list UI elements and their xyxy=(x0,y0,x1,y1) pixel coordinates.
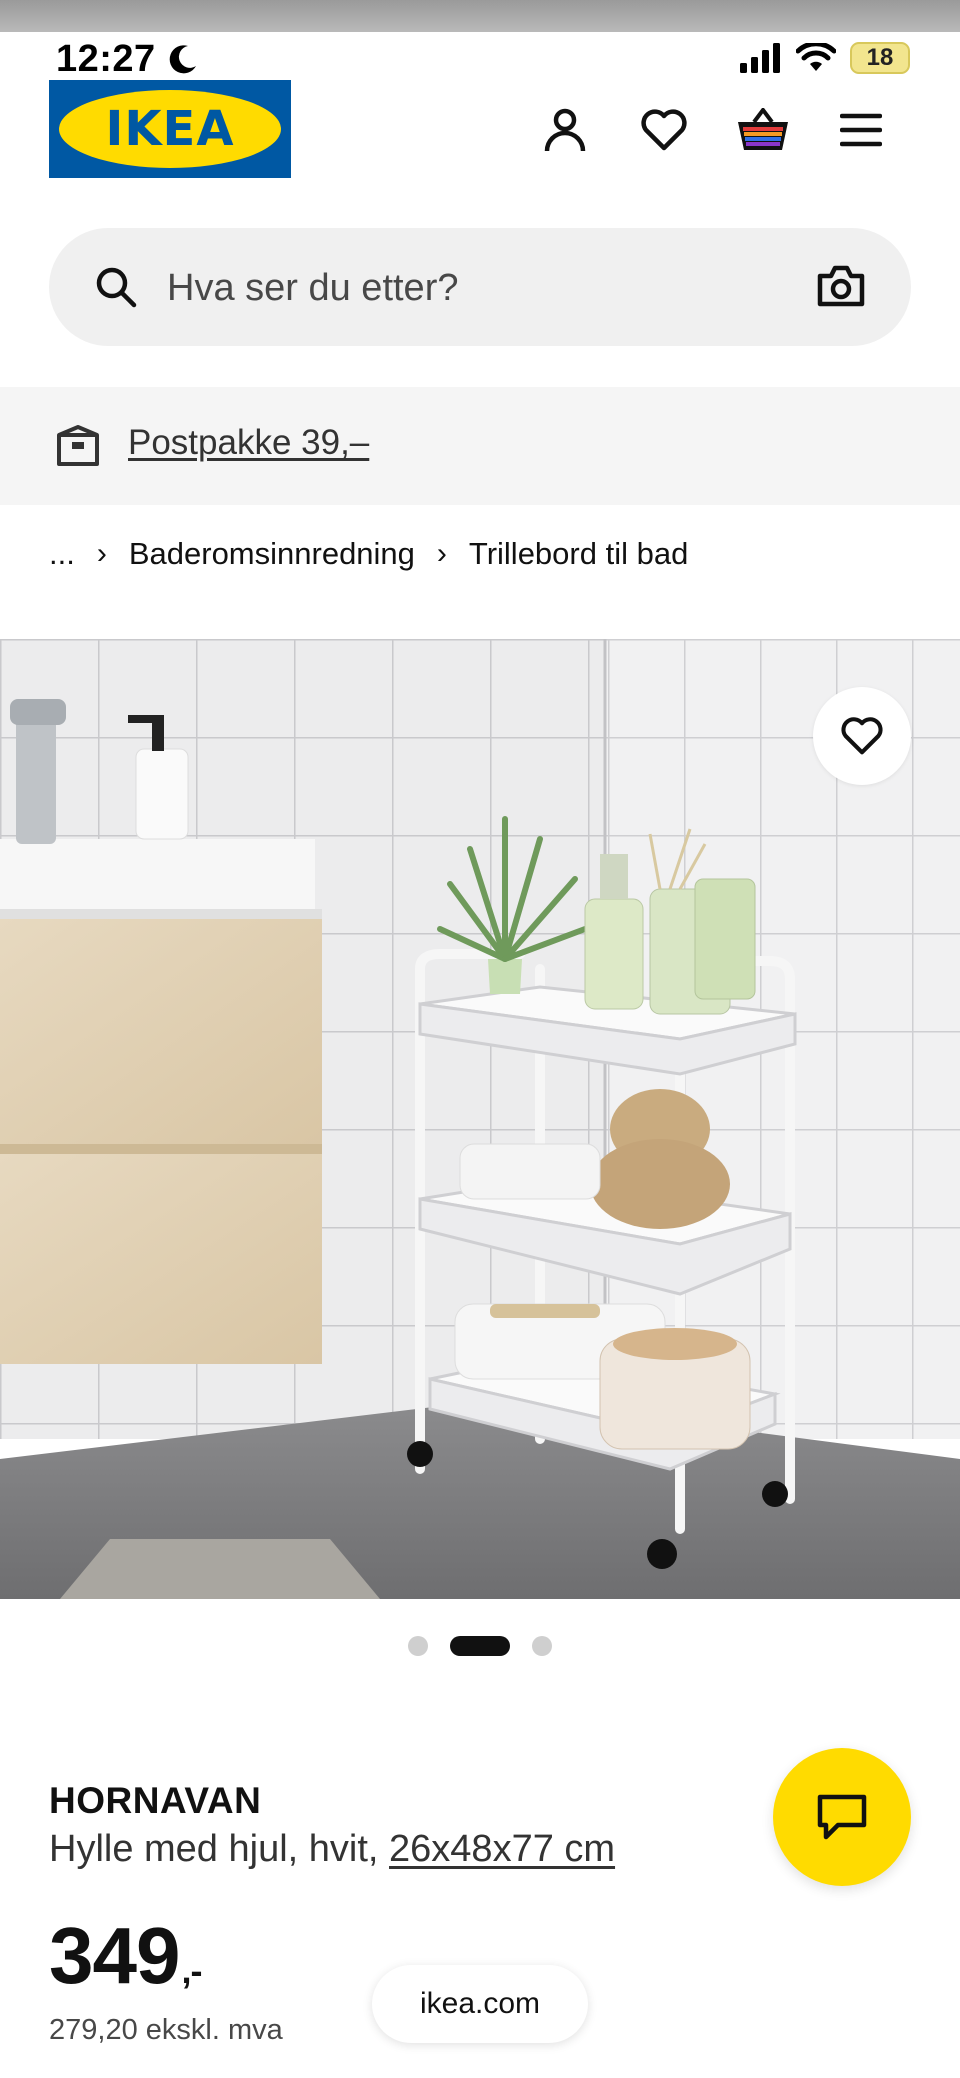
cart-icon[interactable] xyxy=(735,102,791,158)
product-dimensions-link[interactable]: 26x48x77 cm xyxy=(389,1828,615,1870)
browser-url-bar[interactable]: ikea.com xyxy=(372,1965,588,2043)
delivery-banner: Postpakke 39,– xyxy=(0,387,960,505)
moon-icon xyxy=(169,45,196,74)
chevron-right-icon: › xyxy=(436,537,447,570)
product-image[interactable] xyxy=(0,639,960,1599)
price-excluding-vat: 279,20 ekskl. mva xyxy=(49,2014,283,2046)
menu-icon[interactable] xyxy=(833,102,889,158)
status-icons: 18 xyxy=(740,42,910,74)
carousel-dot[interactable] xyxy=(532,1636,552,1656)
heart-icon[interactable] xyxy=(636,102,692,158)
logo-oval: IKEA xyxy=(59,90,281,168)
site-header: IKEA xyxy=(0,80,960,190)
search-bar[interactable] xyxy=(49,228,911,346)
battery-indicator: 18 xyxy=(850,42,910,74)
price-suffix: ,- xyxy=(181,1950,202,1991)
ikea-logo[interactable]: IKEA xyxy=(49,80,291,178)
chevron-right-icon: › xyxy=(96,537,107,570)
status-time: 12:27 xyxy=(56,38,156,80)
carousel-indicator xyxy=(0,1636,960,1656)
user-icon[interactable] xyxy=(537,102,593,158)
carousel-dot-active[interactable] xyxy=(450,1636,510,1656)
product-photo xyxy=(0,639,960,1599)
search-icon[interactable] xyxy=(95,266,137,308)
breadcrumb: ... › Baderomsinnredning › Trillebord ti… xyxy=(49,536,688,572)
camera-icon[interactable] xyxy=(817,264,865,308)
breadcrumb-item-bathroom-furniture[interactable]: Baderomsinnredning xyxy=(129,536,415,572)
product-description-text: Hylle med hjul, hvit, xyxy=(49,1828,379,1870)
logo-text: IKEA xyxy=(105,101,235,157)
product-name: HORNAVAN xyxy=(49,1780,262,1821)
heart-icon xyxy=(841,717,883,755)
breadcrumb-ellipsis[interactable]: ... xyxy=(49,536,75,572)
signal-icon xyxy=(740,43,780,73)
chat-icon xyxy=(817,1794,867,1840)
chat-button[interactable] xyxy=(773,1748,911,1886)
parcel-icon xyxy=(57,425,99,466)
carousel-dot[interactable] xyxy=(408,1636,428,1656)
product-description: Hylle med hjul, hvit, 26x48x77 cm xyxy=(49,1828,615,1871)
breadcrumb-item-bathroom-trolleys[interactable]: Trillebord til bad xyxy=(469,536,688,572)
device-top-strip xyxy=(0,0,960,32)
wifi-icon xyxy=(796,43,836,71)
price-value: 349 xyxy=(49,1911,180,2000)
delivery-link[interactable]: Postpakke 39,– xyxy=(128,423,369,463)
product-price: 349,- xyxy=(49,1910,202,2002)
add-to-favourites-button[interactable] xyxy=(813,687,911,785)
search-input[interactable] xyxy=(167,258,767,318)
